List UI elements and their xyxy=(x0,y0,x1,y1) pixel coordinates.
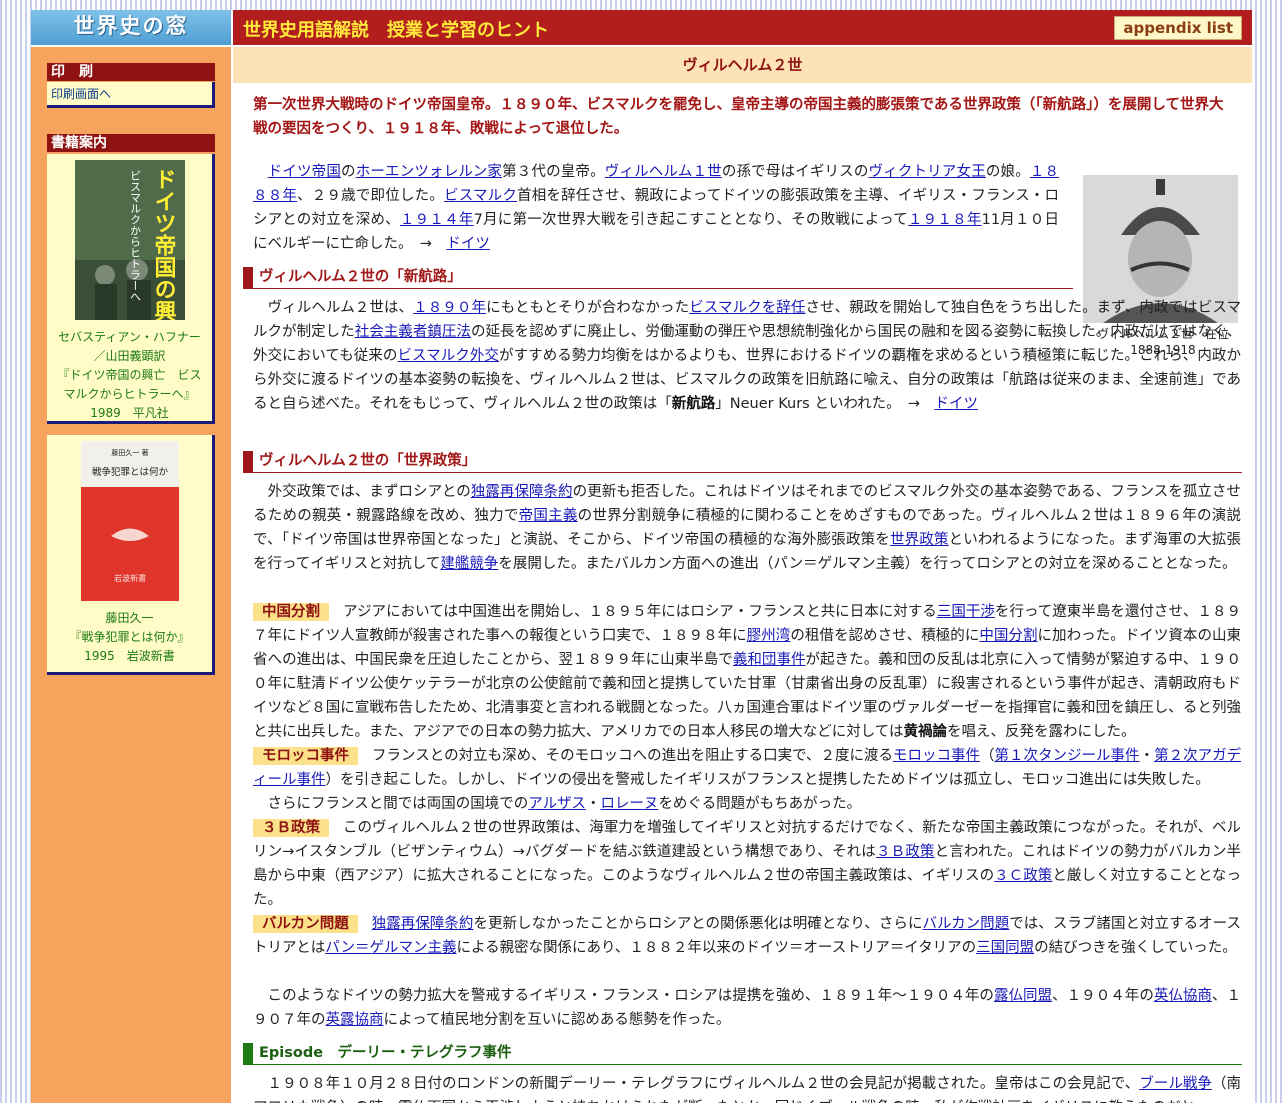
link-alsace[interactable]: アルザス xyxy=(528,796,586,812)
balkan-paragraph: バルカン問題 独露再保障条約を更新しなかったことからロシアとの関係悪化は明確となり… xyxy=(253,915,1241,956)
link-bismarck-dismissal[interactable]: ビスマルクを辞任 xyxy=(689,300,805,316)
link-1890[interactable]: １８９０年 xyxy=(413,300,486,316)
new-course-paragraph: ヴィルヘルム２世は、１８９０年にもともとそりが合わなかったビスマルクを辞任させ、… xyxy=(253,300,1242,412)
main-content: ヴィルヘルム２世 第一次世界大戦時のドイツ帝国皇帝。１８９０年、ビスマルクを罷免… xyxy=(233,47,1252,1103)
book2-cover-title: 戦争犯罪とは何か xyxy=(91,466,168,478)
link-jiaozhou[interactable]: 膠州湾 xyxy=(747,628,791,644)
alsace-paragraph: さらにフランスと間では両国の国境でのアルザス・ロレーヌをめぐる問題がもちあがった… xyxy=(267,796,862,812)
site-logo[interactable]: 世界史の窓 xyxy=(31,10,231,45)
intro-paragraph: ドイツ帝国のホーエンツォレルン家第３代の皇帝。ヴィルヘルム１世の孫で母はイギリス… xyxy=(253,164,1060,252)
tag-balkan: バルカン問題 xyxy=(253,915,358,933)
link-naval-race[interactable]: 建艦競争 xyxy=(440,556,498,572)
episode-paragraph: １９０８年１０月２８日付のロンドンの新聞デーリー・テレグラフにヴィルヘルム２世の… xyxy=(253,1076,1242,1103)
link-socialist-law[interactable]: 社会主義者鎮圧法 xyxy=(355,324,471,340)
link-reinsurance-treaty[interactable]: 独露再保障条約 xyxy=(471,484,573,500)
book1-title[interactable]: 『ドイツ帝国の興亡 ビスマルクからヒトラーへ』 xyxy=(55,366,204,404)
section-episode: Episode デーリー・テレグラフ事件 xyxy=(243,1043,1242,1065)
link-3c-policy[interactable]: ３Ｃ政策 xyxy=(994,868,1052,884)
lead-summary: 第一次世界大戦時のドイツ帝国皇帝。１８９０年、ビスマルクを罷免し、皇帝主導の帝国… xyxy=(253,97,1224,137)
book2-cover-publisher: 岩波新書 xyxy=(114,573,146,583)
world-policy-paragraph: 外交政策では、まずロシアとの独露再保障条約の更新も拒否した。これはドイツはそれま… xyxy=(253,484,1242,572)
link-wilhelm1[interactable]: ヴィルヘルム１世 xyxy=(605,164,722,180)
link-anglo-russian[interactable]: 英露協商 xyxy=(326,1012,384,1028)
link-reinsurance-treaty-2[interactable]: 独露再保障条約 xyxy=(372,916,474,932)
link-victoria[interactable]: ヴィクトリア女王 xyxy=(869,164,986,180)
book2-box[interactable]: 藤田久一 著 戦争犯罪とは何か 岩波新書 藤田久一 『戦争犯罪とは何か』 199… xyxy=(47,435,215,675)
link-balkan-problem[interactable]: バルカン問題 xyxy=(922,916,1009,932)
link-morocco-crisis[interactable]: モロッコ事件 xyxy=(893,748,980,764)
book1-year-publisher: 1989 平凡社 xyxy=(90,406,169,420)
book1-author: セバスティアン・ハフナー／山田義顕訳 xyxy=(58,330,201,363)
header-title: 世界史用語解説 授業と学習のヒント xyxy=(243,20,549,41)
book1-caption: セバスティアン・ハフナー／山田義顕訳 『ドイツ帝国の興亡 ビスマルクからヒトラー… xyxy=(47,324,212,429)
link-bismarck-diplomacy[interactable]: ビスマルク外交 xyxy=(397,348,499,364)
tag-morocco: モロッコ事件 xyxy=(253,747,359,765)
link-weltpolitik[interactable]: 世界政策 xyxy=(890,532,949,548)
book2-year-publisher: 1995 岩波新書 xyxy=(84,649,175,663)
link-lorraine[interactable]: ロレーヌ xyxy=(600,796,658,812)
link-boer-war[interactable]: ブール戦争 xyxy=(1139,1076,1212,1092)
link-germany[interactable]: ドイツ xyxy=(446,236,490,252)
alliance-paragraph: このようなドイツの勢力拡大を警戒するイギリス・フランス・ロシアは提携を強め、１８… xyxy=(253,988,1242,1028)
link-1918[interactable]: １９１８年 xyxy=(908,212,982,228)
book2-cover-image[interactable]: 藤田久一 著 戦争犯罪とは何か 岩波新書 xyxy=(80,441,179,601)
section-new-course: ヴィルヘルム２世の「新航路」 xyxy=(243,267,1073,289)
3b-policy-paragraph: ３Ｂ政策 このヴィルヘルム２世の世界政策は、海軍力を増強してイギリスと対抗するだけ… xyxy=(253,819,1242,908)
link-pan-germanism[interactable]: パン＝ゲルマン主義 xyxy=(325,940,456,956)
link-entente-cordiale[interactable]: 英仏協商 xyxy=(1154,988,1212,1004)
print-title: 印 刷 xyxy=(47,63,215,81)
book2-author: 藤田久一 xyxy=(105,611,154,625)
tag-china-partition: 中国分割 xyxy=(253,603,330,621)
page-title: ヴィルヘルム２世 xyxy=(233,47,1252,83)
tag-3b-policy: ３Ｂ政策 xyxy=(253,819,330,837)
print-box: 印刷画面へ xyxy=(47,82,215,108)
link-boxer[interactable]: 義和団事件 xyxy=(733,652,806,668)
link-triple-alliance[interactable]: 三国同盟 xyxy=(976,940,1034,956)
book2-title[interactable]: 『戦争犯罪とは何か』 xyxy=(55,628,204,647)
china-paragraph: 中国分割 アジアにおいては中国進出を開始し、１８９５年にはロシア・フランスと共に日… xyxy=(253,603,1242,740)
header-bar: 世界史用語解説 授業と学習のヒント appendix list xyxy=(233,10,1252,45)
book1-cover-title: ドイツ帝国の興亡 xyxy=(150,168,176,320)
link-franco-russian[interactable]: 露仏同盟 xyxy=(994,988,1052,1004)
page-frame: 世界史の窓 世界史用語解説 授業と学習のヒント appendix list 印 … xyxy=(31,10,1252,1103)
link-germany-empire[interactable]: ドイツ帝国 xyxy=(268,164,341,180)
morocco-paragraph: モロッコ事件 フランスとの対立も深め、そのモロッコへの進出を阻止する口実で、２度に… xyxy=(253,747,1242,788)
print-link[interactable]: 印刷画面へ xyxy=(47,82,212,105)
books-title: 書籍案内 xyxy=(47,134,215,152)
link-1914[interactable]: １９１４年 xyxy=(400,212,474,228)
link-tangier[interactable]: 第１次タンジール事件 xyxy=(995,748,1140,764)
book1-box[interactable]: ドイツ帝国の興亡 ビスマルクからヒトラーへ セバスティアン・ハフナー／山田義顕訳… xyxy=(47,154,215,424)
link-imperialism[interactable]: 帝国主義 xyxy=(519,508,578,524)
link-hohenzollern[interactable]: ホーエンツォレルン家 xyxy=(356,164,502,180)
sidebar: 印 刷 印刷画面へ 書籍案内 ドイツ帝国の興亡 ビスマルクからヒトラーへ セバス… xyxy=(31,47,231,1103)
link-3b-policy[interactable]: ３Ｂ政策 xyxy=(876,844,935,860)
link-china-partition[interactable]: 中国分割 xyxy=(979,628,1037,644)
link-bismarck[interactable]: ビスマルク xyxy=(444,188,517,204)
book1-cover-image[interactable]: ドイツ帝国の興亡 ビスマルクからヒトラーへ xyxy=(74,160,185,344)
book2-caption: 藤田久一 『戦争犯罪とは何か』 1995 岩波新書 xyxy=(47,605,212,672)
link-triple-intervention[interactable]: 三国干渉 xyxy=(937,604,995,620)
section-world-policy: ヴィルヘルム２世の「世界政策」 xyxy=(243,451,1242,473)
appendix-list-button[interactable]: appendix list xyxy=(1114,16,1242,40)
link-germany-2[interactable]: ドイツ xyxy=(935,396,979,412)
book1-cover-subtitle: ビスマルクからヒトラーへ xyxy=(128,170,141,302)
book2-cover-author: 藤田久一 著 xyxy=(111,448,148,457)
